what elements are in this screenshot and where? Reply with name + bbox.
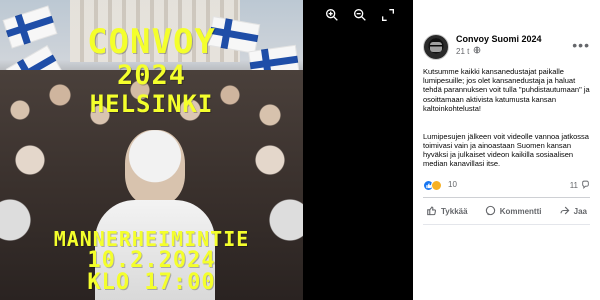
comment-icon (581, 180, 590, 191)
poster-title-line-3: HELSINKI (89, 90, 214, 118)
zoom-out-icon (352, 7, 368, 28)
zoom-out-button[interactable] (351, 8, 369, 26)
share-button[interactable]: Jaa (556, 202, 590, 220)
post-meta: 21 t (456, 46, 481, 56)
reaction-count[interactable]: 10 (448, 180, 457, 189)
globe-icon (473, 46, 481, 56)
poster-title-line-2: 2024 (116, 60, 187, 91)
fullscreen-button[interactable] (379, 8, 397, 26)
divider (423, 224, 590, 225)
reaction-icons[interactable] (423, 180, 442, 191)
reactions-bar: 10 11 (423, 180, 590, 194)
share-icon (559, 205, 570, 218)
more-options-icon: ••• (572, 37, 590, 53)
post-text-paragraph-2: Lumipesujen jälkeen voit videolle vannoa… (423, 131, 589, 169)
more-options-button[interactable]: ••• (572, 37, 590, 53)
comment-button[interactable]: Kommentti (482, 202, 545, 220)
zoom-in-icon (324, 7, 340, 28)
comment-action-icon (485, 205, 496, 218)
poster-title-line-1: CONVOY (87, 22, 216, 62)
care-reaction-icon (431, 180, 442, 191)
fullscreen-icon (380, 7, 396, 28)
post-text: Kutsumme kaikki kansanedustajat paikalle… (423, 58, 595, 178)
comment-label: Kommentti (499, 206, 542, 216)
divider (423, 197, 590, 198)
poster-bottom-line-3: KLO 17:00 (87, 270, 216, 295)
man-head (125, 130, 185, 205)
post-image[interactable]: CONVOY 2024 HELSINKI MANNERHEIMINTIE 10.… (0, 0, 303, 300)
like-icon (426, 205, 437, 218)
post-actions: Tykkää Kommentti Jaa (423, 202, 590, 220)
post-author[interactable]: Convoy Suomi 2024 (456, 34, 542, 44)
post-time[interactable]: 21 t (456, 47, 469, 56)
post-text-paragraph-1: Kutsumme kaikki kansanedustajat paikalle… (423, 67, 590, 113)
zoom-in-button[interactable] (323, 8, 341, 26)
like-button[interactable]: Tykkää (423, 202, 471, 220)
like-label: Tykkää (441, 206, 468, 216)
post-panel: Convoy Suomi 2024 21 t ••• Kutsumme kaik… (413, 0, 600, 300)
photo-viewer: CONVOY 2024 HELSINKI MANNERHEIMINTIE 10.… (0, 0, 600, 300)
comment-count-value: 11 (569, 181, 578, 190)
viewer-controls (323, 8, 397, 26)
avatar[interactable] (423, 34, 449, 60)
comment-count[interactable]: 11 (570, 180, 590, 191)
share-label: Jaa (573, 206, 587, 216)
